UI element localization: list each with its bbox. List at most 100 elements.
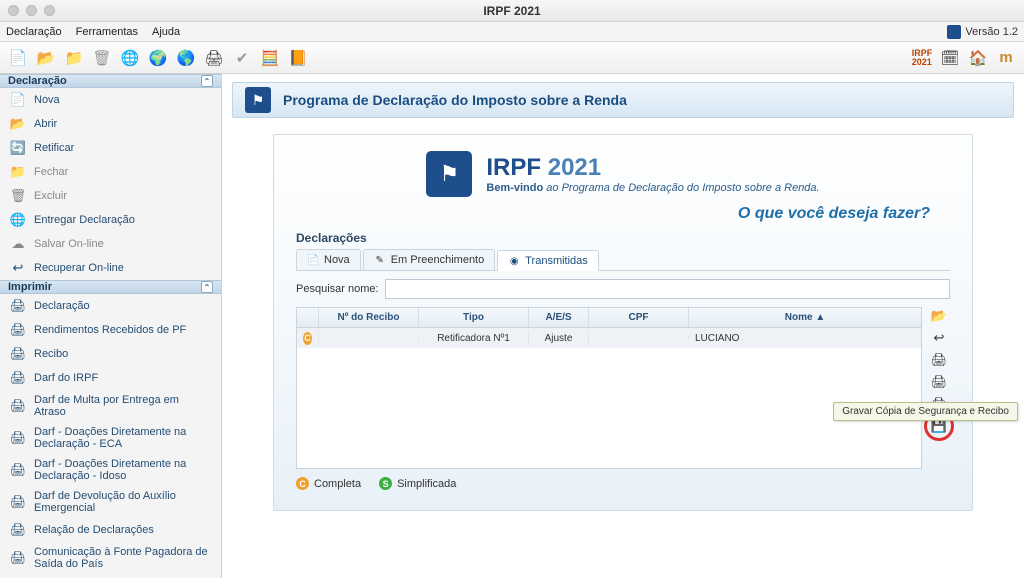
sidebar-item[interactable]: 🖨Recibo [0, 342, 221, 366]
main-header: ⚑ Programa de Declaração do Imposto sobr… [232, 82, 1014, 118]
close-window-icon[interactable] [8, 5, 19, 16]
board-icon[interactable]: 🗓 [940, 48, 960, 68]
search-input[interactable] [385, 279, 950, 299]
menu-ajuda[interactable]: Ajuda [152, 26, 180, 38]
home-icon[interactable]: 🏠 [968, 48, 988, 68]
globe-alt-icon[interactable]: 🌍 [148, 48, 168, 68]
tab-icon: ◉ [508, 255, 520, 267]
tab-label: Nova [324, 254, 350, 266]
save-backup-tooltip: Gravar Cópia de Segurança e Recibo [833, 402, 1018, 421]
sidebar-item-icon: 🖨 [10, 494, 26, 510]
new-icon[interactable]: 📄 [8, 48, 28, 68]
sidebar-item[interactable]: 🖨Darf - Doações Diretamente na Declaraçã… [0, 422, 221, 454]
trash-icon[interactable]: 🗑 [92, 48, 112, 68]
folder-icon[interactable]: 📁 [64, 48, 84, 68]
print-icon[interactable]: 🖨 [204, 48, 224, 68]
sidebar-item[interactable]: 🔄Retificar [0, 136, 221, 160]
sidebar-item-label: Entregar Declaração [34, 214, 135, 226]
open-action-icon[interactable]: 📂 [930, 307, 948, 325]
version-icon [947, 25, 961, 39]
col-badge[interactable] [297, 308, 319, 327]
irpf-logo-icon[interactable]: IRPF2021 [912, 48, 932, 68]
col-aes[interactable]: A/E/S [529, 308, 589, 327]
sidebar-item[interactable]: 📁Fechar [0, 160, 221, 184]
open-icon[interactable]: 📂 [36, 48, 56, 68]
sidebar-item[interactable]: 🌐Entregar Declaração [0, 208, 221, 232]
minimize-window-icon[interactable] [26, 5, 37, 16]
main-area: ⚑ Programa de Declaração do Imposto sobr… [222, 74, 1024, 578]
sidebar-item-label: Darf de Multa por Entrega em Atraso [34, 394, 211, 418]
sidebar-item-icon: 🖨 [10, 462, 26, 478]
sidebar-item[interactable]: 🖨Darf de Devolução do Auxílio Emergencia… [0, 486, 221, 518]
sidebar-item[interactable]: 🖨Darf de Multa por Entrega em Atraso [0, 390, 221, 422]
help-book-icon[interactable]: 📙 [288, 48, 308, 68]
col-nome[interactable]: Nome ▲ [689, 308, 921, 327]
sidebar-item[interactable]: 📂Abrir [0, 112, 221, 136]
legend-completa: CCompleta [296, 477, 361, 490]
sidebar-section-declaracao-header[interactable]: Declaração ⌃ [0, 74, 221, 88]
main-header-title: Programa de Declaração do Imposto sobre … [283, 92, 627, 108]
sidebar-item-icon: 📁 [10, 164, 26, 180]
tab-label: Em Preenchimento [391, 254, 485, 266]
declarations-label: Declarações [296, 231, 950, 245]
col-cpf[interactable]: CPF [589, 308, 689, 327]
sidebar-item-icon: 🗑 [10, 188, 26, 204]
irpf-logo-icon: ⚑ [426, 151, 472, 197]
sidebar-item-icon: 🖨 [10, 322, 26, 338]
zoom-window-icon[interactable] [44, 5, 55, 16]
sidebar-item[interactable]: ☁Salvar On-line [0, 232, 221, 256]
print2-action-icon[interactable]: 🖨 [930, 373, 948, 391]
sidebar-item[interactable]: 🖨 Comunicação à Fonte Pagadora de Saída d… [0, 542, 221, 574]
table-actions: 📂 ↩ 🖨 🖨 🖨 💾 [928, 307, 950, 469]
sidebar-item-icon: 🖨 [10, 346, 26, 362]
sidebar-item[interactable]: 🖨Darf do IRPF [0, 366, 221, 390]
tab-nova[interactable]: 📄Nova [296, 249, 361, 270]
sidebar-item[interactable]: 🖨Informe de Rendimentos [0, 574, 221, 578]
calc-icon[interactable]: 🧮 [260, 48, 280, 68]
sidebar-item-icon: ↩ [10, 260, 26, 276]
sidebar-item-label: Recuperar On-line [34, 262, 124, 274]
sidebar-item[interactable]: ↩ Recuperar On-line [0, 256, 221, 280]
sidebar-item-icon: 📄 [10, 92, 26, 108]
collapse-icon[interactable]: ⌃ [201, 75, 213, 87]
col-recibo[interactable]: Nº do Recibo [319, 308, 419, 327]
sidebar-item[interactable]: 📄Nova [0, 88, 221, 112]
sidebar-section-imprimir-header[interactable]: Imprimir ⌃ [0, 280, 221, 294]
collapse-icon[interactable]: ⌃ [201, 281, 213, 293]
sidebar-item-icon: 🔄 [10, 140, 26, 156]
check-icon[interactable]: ✔ [232, 48, 252, 68]
sidebar-item[interactable]: 🖨Relação de Declarações [0, 518, 221, 542]
sidebar-item-icon: 🖨 [10, 550, 26, 566]
menu-declaracao[interactable]: Declaração [6, 26, 62, 38]
cell-nome: LUCIANO [689, 331, 921, 346]
tab-icon: ✎ [374, 254, 386, 266]
welcome-panel: ⚑ IRPF 2021 Bem-vindo ao Programa de Dec… [273, 134, 973, 511]
table-row[interactable]: CRetificadora Nº1AjusteLUCIANO [297, 328, 921, 348]
menu-ferramentas[interactable]: Ferramentas [76, 26, 138, 38]
print1-action-icon[interactable]: 🖨 [930, 351, 948, 369]
main-toolbar: 📄 📂 📁 🗑 🌐 🌍 🌎 🖨 ✔ 🧮 📙 IRPF2021 🗓 🏠 m [0, 42, 1024, 74]
m-icon[interactable]: m [996, 48, 1016, 68]
world-icon[interactable]: 🌎 [176, 48, 196, 68]
globe-send-icon[interactable]: 🌐 [120, 48, 140, 68]
window-titlebar: IRPF 2021 [0, 0, 1024, 22]
welcome-question: O que você deseja fazer? [296, 205, 930, 223]
sidebar-item[interactable]: 🗑 Excluir [0, 184, 221, 208]
sidebar-item-label: Excluir [34, 190, 67, 202]
sidebar-item[interactable]: 🖨Darf - Doações Diretamente na Declaraçã… [0, 454, 221, 486]
restore-action-icon[interactable]: ↩ [930, 329, 948, 347]
receita-logo-icon: ⚑ [245, 87, 271, 113]
legend-simplificada: SSimplificada [379, 477, 456, 490]
sidebar-item-label: Comunicação à Fonte Pagadora de Saída do… [34, 546, 211, 570]
sidebar-item[interactable]: 🖨Rendimentos Recebidos de PF [0, 318, 221, 342]
sidebar-section-declaracao-title: Declaração [8, 75, 67, 87]
tab-transmitidas[interactable]: ◉Transmitidas [497, 250, 599, 271]
cell-cpf [589, 336, 689, 340]
declarations-tabs: 📄Nova ✎ Em Preenchimento ◉Transmitidas [296, 249, 950, 271]
sidebar-item-label: Abrir [34, 118, 57, 130]
tab-em-preenchimento[interactable]: ✎ Em Preenchimento [363, 249, 496, 270]
sidebar-item[interactable]: 🖨Declaração [0, 294, 221, 318]
col-tipo[interactable]: Tipo [419, 308, 529, 327]
window-title: IRPF 2021 [483, 4, 540, 18]
sidebar-item-icon: 🖨 [10, 522, 26, 538]
